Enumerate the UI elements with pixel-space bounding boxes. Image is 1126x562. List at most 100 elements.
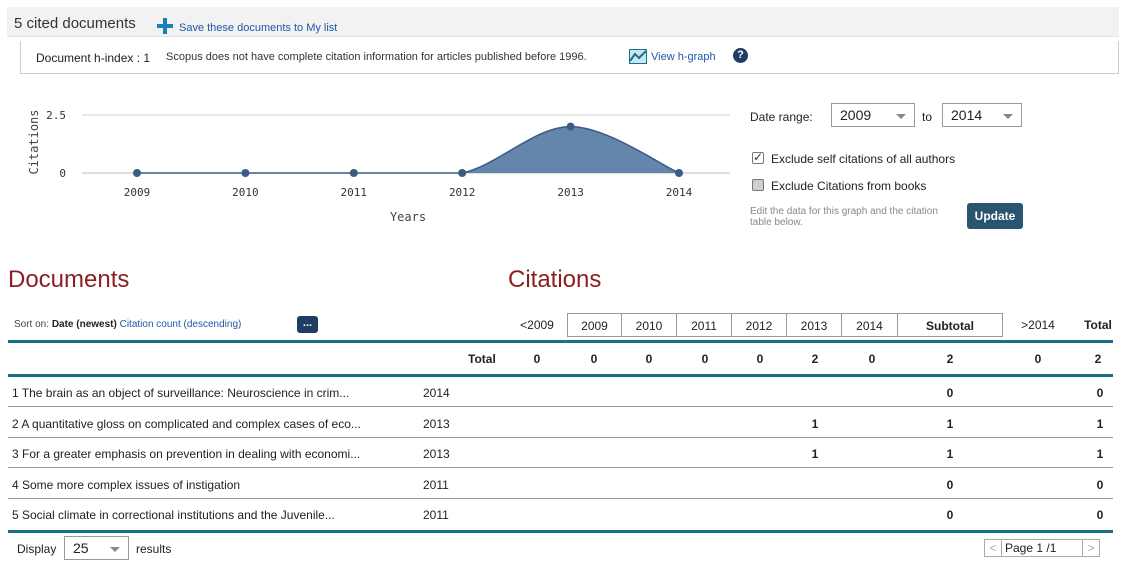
results-per-page-select[interactable]: 25 [64, 536, 129, 560]
column-header: Total [1084, 318, 1112, 332]
data-point [675, 169, 683, 177]
chevron-down-icon [896, 114, 906, 119]
column-header: Subtotal [898, 313, 1003, 337]
table-row: 4 Some more complex issues of instigatio… [8, 469, 1113, 499]
column-header: 2014 [842, 313, 898, 337]
results-per-page-value: 25 [73, 540, 89, 556]
table-row: 5 Social climate in correctional institu… [8, 499, 1113, 528]
exclude-books-checkbox[interactable] [752, 179, 764, 191]
chevron-down-icon [110, 547, 120, 552]
header-bar: 5 cited documents Save these documents t… [7, 7, 1119, 37]
page-indicator: Page 1 /1 [1005, 541, 1057, 555]
document-title-link[interactable]: 3 For a greater emphasis on prevention i… [12, 447, 360, 461]
total-cell: 0 [533, 352, 541, 366]
data-point [566, 122, 575, 131]
x-tick-label: 2011 [341, 186, 368, 199]
document-title-link[interactable]: 5 Social climate in correctional institu… [12, 508, 335, 522]
document-year: 2014 [423, 386, 450, 400]
divider [8, 340, 1113, 343]
citation-cell: 1 [1096, 416, 1104, 431]
edit-note: Edit the data for this graph and the cit… [750, 206, 938, 228]
data-point [241, 169, 250, 177]
h-index-note: Scopus does not have complete citation i… [166, 51, 587, 63]
total-cell: 0 [645, 352, 653, 366]
citation-cell: 0 [1096, 386, 1104, 400]
citation-cell: 1 [946, 416, 954, 431]
exclude-books-label[interactable]: Exclude Citations from books [771, 179, 926, 193]
date-range-label: Date range: [750, 110, 813, 124]
column-header: 2010 [622, 313, 677, 337]
from-year-select[interactable]: 2009 [831, 103, 915, 127]
total-cell: 0 [756, 352, 764, 366]
display-label: Display [17, 542, 57, 556]
sort-current: Date (newest) [51, 319, 117, 330]
x-tick-label: 2009 [124, 186, 151, 199]
column-header: 2009 [567, 313, 622, 337]
y-tick-label: 0 [59, 167, 66, 180]
update-button[interactable]: Update [967, 203, 1023, 229]
table-row: 1 The brain as an object of surveillance… [8, 377, 1113, 407]
x-tick-label: 2010 [232, 186, 259, 199]
citation-cell: 1 [1096, 447, 1104, 461]
totals-label: Total [468, 352, 496, 366]
citation-cell: 0 [946, 477, 954, 492]
totals-row: Total 0 0 0 0 0 2 0 2 0 2 [8, 344, 1113, 374]
citation-cell: 0 [946, 386, 954, 400]
h-graph-icon[interactable] [629, 49, 647, 64]
column-header: 2011 [677, 313, 732, 337]
results-label: results [136, 542, 172, 556]
citation-cell: 1 [811, 447, 819, 461]
document-title-link[interactable]: 2 A quantitative gloss on complicated an… [12, 417, 361, 431]
citation-cell: 0 [1096, 508, 1104, 522]
citations-heading: Citations [508, 266, 602, 293]
column-header: <2009 [520, 318, 554, 332]
x-tick-label: 2012 [449, 186, 476, 199]
data-point [133, 169, 141, 177]
to-label: to [922, 110, 933, 124]
citation-cell: 1 [946, 447, 954, 461]
exclude-self-citations-label[interactable]: Exclude self citations of all authors [771, 152, 955, 166]
more-options-button[interactable]: ... [297, 316, 318, 333]
table-row: 3 For a greater emphasis on prevention i… [8, 438, 1113, 468]
y-tick-label: 2.5 [46, 109, 66, 122]
document-year: 2013 [423, 447, 450, 461]
plus-icon[interactable] [156, 17, 174, 35]
save-to-my-list-link[interactable]: Save these documents to My list [179, 22, 337, 34]
column-header: 2012 [732, 313, 787, 337]
column-header: 2013 [787, 313, 842, 337]
view-h-graph-link[interactable]: View h-graph [651, 51, 716, 63]
document-year: 2011 [423, 508, 449, 522]
documents-heading: Documents [8, 266, 130, 293]
h-index-label: Document h-index : 1 [36, 51, 151, 65]
total-cell: 2 [1094, 352, 1102, 366]
sort-citation-count-link[interactable]: Citation count (descending) [120, 319, 242, 330]
data-point [458, 169, 467, 177]
document-title-link[interactable]: 4 Some more complex issues of instigatio… [12, 478, 240, 492]
total-cell: 2 [946, 352, 954, 366]
document-title-link[interactable]: 1 The brain as an object of surveillance… [12, 386, 349, 400]
area-fill [137, 126, 679, 173]
help-icon[interactable]: ? [733, 48, 748, 63]
h-index-panel: Document h-index : 1 Scopus does not hav… [20, 41, 1119, 74]
citation-cell: 1 [811, 416, 819, 431]
total-cell: 0 [701, 352, 709, 366]
citations-chart: 2009 2010 2011 2012 2013 2014 2.5 0 Years Citatio… [27, 109, 730, 224]
column-header: >2014 [1021, 318, 1055, 332]
next-page-button[interactable]: > [1082, 540, 1099, 556]
to-year-select[interactable]: 2014 [942, 103, 1022, 127]
total-cell: 0 [590, 352, 598, 366]
table-row: 2 A quantitative gloss on complicated an… [8, 408, 1113, 438]
exclude-self-citations-checkbox[interactable] [752, 150, 764, 164]
sort-bar: Sort on: Date (newest) Citation count (d… [14, 319, 241, 330]
total-cell: 2 [811, 352, 819, 366]
x-axis-label: Years [390, 210, 426, 224]
prev-page-button[interactable]: < [985, 540, 1002, 556]
sort-prefix: Sort on: [14, 319, 50, 330]
document-year: 2011 [423, 477, 449, 492]
y-axis-label: Citations [27, 109, 41, 174]
divider [8, 530, 1113, 533]
to-year-value: 2014 [951, 107, 983, 123]
pager: < Page 1 /1 > [984, 539, 1100, 557]
citation-cell: 0 [946, 508, 954, 522]
document-year: 2013 [423, 416, 450, 431]
